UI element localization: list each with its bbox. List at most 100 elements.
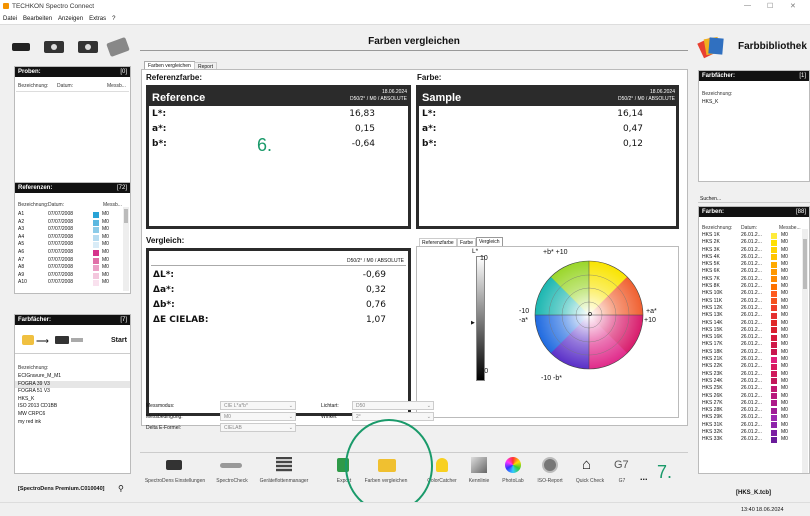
table-row[interactable]: HKS 11K 26.01.2... M0 bbox=[702, 298, 800, 305]
row-date: 07/07/2008 bbox=[48, 256, 74, 263]
table-row[interactable]: HKS 26K 26.01.2... M0 bbox=[702, 393, 800, 400]
winkel-label: Winkel: bbox=[321, 414, 338, 420]
table-row[interactable]: HKS 22K 26.01.2... M0 bbox=[702, 363, 800, 370]
col-datum[interactable]: Datum: bbox=[741, 225, 757, 231]
row-mode: M0 bbox=[781, 363, 788, 370]
list-item[interactable]: FOGRA 39 V3 bbox=[15, 380, 130, 389]
table-row[interactable]: HKS 27K 26.01.2... M0 bbox=[702, 400, 800, 407]
minimize-button[interactable]: — bbox=[744, 2, 751, 9]
messmodus-select[interactable]: CIE L*a*b* ⌄ bbox=[220, 401, 296, 410]
lichtart-select[interactable]: D50 ⌄ bbox=[352, 401, 434, 410]
table-row[interactable]: HKS 29K 26.01.2... M0 bbox=[702, 414, 800, 421]
library-farbfaecher-header: Farbfächer: [1] bbox=[699, 71, 809, 81]
row-date: 26.01.2... bbox=[741, 356, 762, 363]
colorcatcher-icon bbox=[436, 458, 448, 472]
col-datum[interactable]: Datum: bbox=[48, 202, 64, 208]
table-row[interactable]: HKS 14K 26.01.2... M0 bbox=[702, 320, 800, 327]
color-swatch bbox=[93, 257, 99, 264]
table-row[interactable]: A1 07/07/2008 M0 bbox=[18, 211, 122, 219]
row-name: HKS 1K bbox=[702, 232, 720, 238]
table-row[interactable]: HKS 25K 26.01.2... M0 bbox=[702, 385, 800, 392]
table-row[interactable]: HKS 31K 26.01.2... M0 bbox=[702, 422, 800, 429]
col-bezeichnung[interactable]: Bezeichnung: bbox=[18, 202, 48, 208]
list-item[interactable]: my red ink bbox=[15, 419, 130, 427]
maximize-button[interactable]: ☐ bbox=[767, 2, 773, 10]
table-row[interactable]: HKS 28K 26.01.2... M0 bbox=[702, 407, 800, 414]
list-item[interactable]: FOGRA 51 V3 bbox=[15, 388, 130, 396]
table-row[interactable]: HKS 12K 26.01.2... M0 bbox=[702, 305, 800, 312]
col-messb[interactable]: Messb... bbox=[103, 202, 122, 208]
col-datum[interactable]: Datum: bbox=[57, 83, 73, 89]
device-tool-icon[interactable] bbox=[106, 37, 130, 57]
farbe-L: 16,14 bbox=[617, 109, 643, 119]
table-row[interactable]: A3 07/07/2008 M0 bbox=[18, 226, 122, 234]
device-icons[interactable] bbox=[8, 37, 132, 57]
table-row[interactable]: HKS 24K 26.01.2... M0 bbox=[702, 378, 800, 385]
col-bezeichnung[interactable]: Bezeichnung: bbox=[702, 91, 732, 97]
table-row[interactable]: HKS 18K 26.01.2... M0 bbox=[702, 349, 800, 356]
table-row[interactable]: A8 07/07/2008 M0 bbox=[18, 264, 122, 272]
col-messb[interactable]: Messb... bbox=[107, 83, 126, 89]
row-name: HKS 3K bbox=[702, 246, 720, 253]
col-bezeichnung[interactable]: Bezeichnung: bbox=[18, 83, 48, 89]
menu-bearbeiten[interactable]: Bearbeiten bbox=[23, 16, 52, 22]
row-mode: M0 bbox=[781, 429, 788, 436]
table-row[interactable]: HKS 7K 26.01.2... M0 bbox=[702, 276, 800, 283]
table-row[interactable]: HKS 1K 26.01.2... M0 bbox=[702, 232, 800, 239]
start-button[interactable]: Start bbox=[111, 337, 127, 344]
row-mode: M0 bbox=[781, 268, 788, 275]
table-row[interactable]: A2 07/07/2008 M0 bbox=[18, 219, 122, 227]
table-row[interactable]: HKS 17K 26.01.2... M0 bbox=[702, 341, 800, 348]
menu-datei[interactable]: Datei bbox=[3, 16, 17, 22]
table-row[interactable]: A10 07/07/2008 M0 bbox=[18, 279, 122, 287]
table-row[interactable]: HKS 16K 26.01.2... M0 bbox=[702, 334, 800, 341]
search-input[interactable] bbox=[698, 202, 810, 203]
table-row[interactable]: A6 07/07/2008 M0 bbox=[18, 249, 122, 257]
table-row[interactable]: A9 07/07/2008 M0 bbox=[18, 272, 122, 280]
close-button[interactable]: ✕ bbox=[790, 2, 796, 10]
col-bezeichnung[interactable]: Bezeichnung: bbox=[702, 225, 732, 231]
menu-extras[interactable]: Extras bbox=[89, 16, 106, 22]
table-row[interactable]: HKS 8K 26.01.2... M0 bbox=[702, 283, 800, 290]
menu-anzeigen[interactable]: Anzeigen bbox=[58, 16, 83, 22]
table-row[interactable]: HKS 6K 26.01.2... M0 bbox=[702, 268, 800, 275]
table-row[interactable]: HKS 23K 26.01.2... M0 bbox=[702, 371, 800, 378]
color-swatch bbox=[93, 280, 99, 287]
list-item[interactable]: ISO 2013 CD1BB bbox=[15, 403, 130, 411]
col-bezeichnung[interactable]: Bezeichnung: bbox=[18, 365, 48, 371]
table-row[interactable]: HKS 33K 26.01.2... M0 bbox=[702, 436, 800, 443]
list-item[interactable]: HKS_K bbox=[15, 396, 130, 404]
table-row[interactable]: HKS 13K 26.01.2... M0 bbox=[702, 312, 800, 319]
table-row[interactable]: HKS 3K 26.01.2... M0 bbox=[702, 247, 800, 254]
table-row[interactable]: HKS 2K 26.01.2... M0 bbox=[702, 239, 800, 246]
table-row[interactable]: HKS 4K 26.01.2... M0 bbox=[702, 254, 800, 261]
table-row[interactable]: HKS 10K 26.01.2... M0 bbox=[702, 290, 800, 297]
table-row[interactable]: HKS 5K 26.01.2... M0 bbox=[702, 261, 800, 268]
device-spectrodens-icon[interactable] bbox=[12, 43, 30, 51]
library-farbfaecher-item[interactable]: HKS_K bbox=[702, 99, 718, 107]
deltae-select[interactable]: CIELAB ⌄ bbox=[220, 423, 296, 432]
row-date: 26.01.2... bbox=[741, 385, 762, 392]
row-date: 26.01.2... bbox=[741, 268, 762, 275]
table-row[interactable]: A5 07/07/2008 M0 bbox=[18, 241, 122, 249]
graph-tab-vergleich[interactable]: Vergleich bbox=[476, 237, 503, 246]
farben-scrollbar[interactable] bbox=[802, 229, 808, 473]
table-row[interactable]: HKS 32K 26.01.2... M0 bbox=[702, 429, 800, 436]
row-mode: M0 bbox=[102, 271, 109, 278]
col-messbe[interactable]: Messbe... bbox=[779, 225, 801, 231]
device-camera-icon[interactable] bbox=[44, 41, 64, 53]
referenzen-scrollbar[interactable] bbox=[123, 207, 129, 291]
list-item[interactable]: ECIGravure_M_M1 bbox=[15, 373, 130, 381]
row-mode: M0 bbox=[781, 246, 788, 253]
list-item[interactable]: MW CRPC6 bbox=[15, 411, 130, 419]
device-scanner-icon[interactable] bbox=[78, 41, 98, 53]
row-name: HKS 6K bbox=[702, 268, 720, 275]
table-row[interactable]: A4 07/07/2008 M0 bbox=[18, 234, 122, 242]
messbedingung-select[interactable]: M0 ⌄ bbox=[220, 412, 296, 421]
table-row[interactable]: HKS 15K 26.01.2... M0 bbox=[702, 327, 800, 334]
more-button[interactable]: ... bbox=[640, 472, 648, 482]
table-row[interactable]: HKS 21K 26.01.2... M0 bbox=[702, 356, 800, 363]
menu-help[interactable]: ? bbox=[112, 16, 115, 22]
row-mode: M0 bbox=[781, 304, 788, 311]
table-row[interactable]: A7 07/07/2008 M0 bbox=[18, 257, 122, 265]
